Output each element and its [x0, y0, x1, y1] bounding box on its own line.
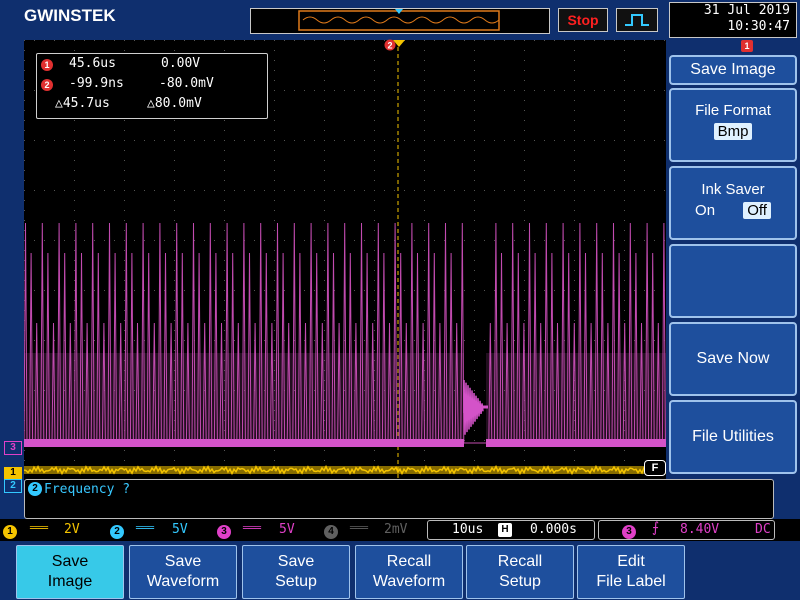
ch4-scale: 2mV	[384, 522, 408, 537]
memory-waveform-preview	[298, 9, 500, 31]
save-waveform-line2: Waveform	[146, 573, 220, 590]
edit-file-label-line2: File Label	[596, 573, 666, 590]
recall-waveform-line2: Waveform	[372, 573, 446, 590]
ch3-scale: 5V	[279, 522, 295, 537]
ink-saver-button[interactable]: Ink Saver On Off	[669, 166, 797, 240]
recall-setup-button[interactable]: Recall Setup	[466, 545, 574, 599]
message-text: Frequency ?	[44, 482, 131, 497]
ch2-scale: 5V	[172, 522, 188, 537]
date-text: 31 Jul 2019	[703, 3, 790, 18]
cursor1-badge: 1	[41, 59, 53, 71]
trigger-position-marker: 2	[384, 39, 405, 51]
horizontal-position: 0.000s	[530, 522, 577, 537]
cursor2-volt: -80.0mV	[159, 76, 214, 91]
cursor2-time: -99.9ns	[69, 76, 124, 91]
svg-text:2: 2	[387, 41, 392, 51]
delta-time: △45.7us	[55, 96, 110, 111]
horizontal-position-icon: H	[498, 523, 512, 537]
trigger-level: 8.40V	[680, 522, 720, 537]
delta-volt: △80.0mV	[147, 96, 202, 111]
recall-waveform-button[interactable]: Recall Waveform	[355, 545, 463, 599]
time-text: 10:30:47	[727, 19, 790, 34]
cursor2-badge: 2	[41, 79, 53, 91]
ch1-coupling-icon: ═══	[30, 523, 49, 534]
ch2-badge[interactable]: 2	[110, 525, 124, 539]
timebase: 10us	[452, 522, 484, 537]
file-utilities-button[interactable]: File Utilities	[669, 400, 797, 474]
file-format-button[interactable]: File Format Bmp	[669, 88, 797, 162]
file-format-label: File Format	[695, 102, 771, 119]
status-bar: 1 ═══ 2V 2 ═══ 5V 3 ═══ 5V 4 ═══ 2mV 10u…	[0, 519, 800, 541]
ch3-waveform	[23, 222, 666, 447]
cursor1-time: 45.6us	[69, 56, 116, 71]
ch3-coupling-icon: ═══	[243, 523, 262, 534]
recall-setup-line2: Setup	[499, 573, 541, 590]
ch2-message-badge: 2	[28, 482, 42, 496]
cursor1-marker: 1	[741, 40, 753, 52]
ch4-badge[interactable]: 4	[324, 525, 338, 539]
side-menu-title: Save Image	[669, 55, 797, 85]
save-image-line2: Image	[47, 573, 93, 590]
trigger-source-badge: 3	[622, 525, 636, 539]
side-menu: Save Image File Format Bmp Ink Saver On …	[667, 52, 800, 474]
side-menu-empty-slot	[669, 244, 797, 318]
ch1-waveform	[23, 464, 667, 476]
recall-setup-line1: Recall	[497, 553, 543, 570]
message-bar	[24, 479, 774, 519]
memory-bar	[250, 8, 550, 34]
trigger-level-marker: F	[644, 460, 666, 476]
brand-logo: GWINSTEK	[24, 6, 116, 25]
ch1-level-marker[interactable]: 1	[4, 467, 22, 479]
save-setup-line2: Setup	[275, 573, 317, 590]
cursor-readout: 1 45.6us 0.00V 2 -99.9ns -80.0mV △45.7us…	[36, 53, 268, 119]
ch3-badge[interactable]: 3	[217, 525, 231, 539]
ch1-badge[interactable]: 1	[3, 525, 17, 539]
ink-saver-on: On	[695, 202, 716, 219]
cursor1-volt: 0.00V	[161, 56, 201, 71]
ch1-scale: 2V	[64, 522, 80, 537]
save-waveform-line1: Save	[164, 553, 202, 570]
recall-waveform-line1: Recall	[386, 553, 432, 570]
ch4-coupling-icon: ═══	[350, 523, 369, 534]
trigger-status-icon[interactable]	[616, 8, 658, 32]
save-image-button[interactable]: Save Image	[16, 545, 124, 599]
ch3-level-marker[interactable]: 3	[4, 441, 22, 455]
save-setup-line1: Save	[277, 553, 315, 570]
edit-file-label-button[interactable]: Edit File Label	[577, 545, 685, 599]
trigger-coupling: DC	[755, 522, 771, 537]
ch2-level-marker[interactable]: 2	[4, 479, 22, 493]
rising-edge-icon: ⨍	[652, 520, 660, 536]
date-time-display: 31 Jul 2019 10:30:47	[669, 2, 797, 38]
save-setup-button[interactable]: Save Setup	[242, 545, 350, 599]
ink-saver-off: Off	[743, 202, 771, 219]
run-stop-indicator[interactable]: Stop	[558, 8, 608, 32]
file-format-value: Bmp	[713, 123, 753, 140]
edit-file-label-line1: Edit	[617, 553, 645, 570]
save-now-button[interactable]: Save Now	[669, 322, 797, 396]
ch2-coupling-icon: ═══	[136, 523, 155, 534]
save-waveform-button[interactable]: Save Waveform	[129, 545, 237, 599]
ink-saver-label: Ink Saver	[701, 181, 765, 198]
save-image-line1: Save	[51, 553, 89, 570]
